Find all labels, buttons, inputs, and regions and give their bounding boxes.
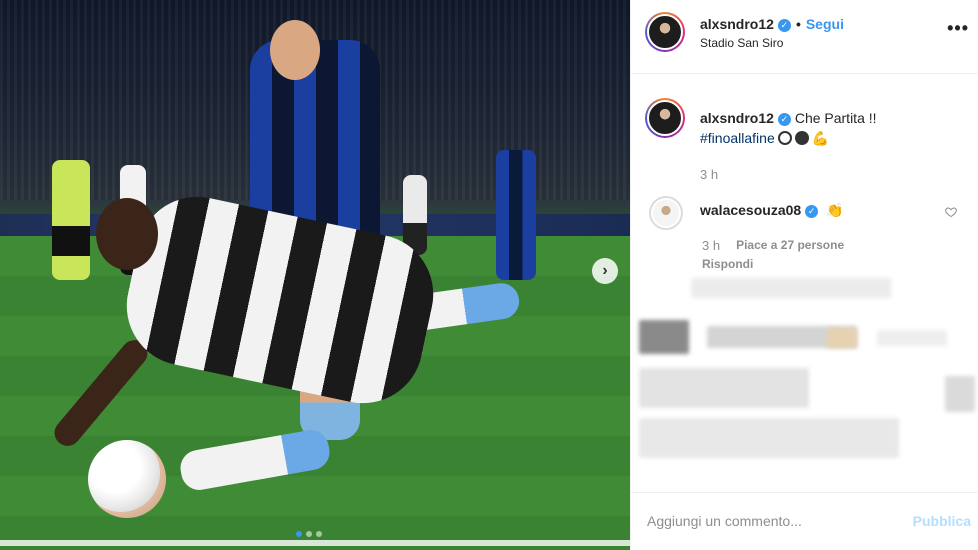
caption-body: Che Partita !! [794, 110, 877, 126]
carousel-dot [306, 531, 312, 537]
follow-button[interactable]: Segui [806, 16, 844, 32]
caption-text: alxsndro12 ✓ Che Partita !! #finoallafine… [700, 108, 960, 148]
blurred-block [639, 368, 809, 408]
publish-button[interactable]: Pubblica [913, 513, 971, 529]
comment-meta: 3 h Piace a 27 persone [702, 238, 844, 253]
referee-figure [52, 160, 90, 280]
hashtag-link[interactable]: #finoallafine [700, 130, 775, 146]
username-link[interactable]: alxsndro12 [700, 16, 774, 32]
comment-text: walacesouza08 ✓ 👏 [700, 202, 844, 219]
blurred-block [639, 320, 689, 354]
post-sidebar: alxsndro12 ✓ • Segui Stadio San Siro ••• al… [630, 0, 978, 550]
comment-input[interactable] [647, 513, 897, 529]
comment-likes[interactable]: Piace a 27 persone [736, 238, 844, 253]
background-player [403, 175, 427, 255]
avatar[interactable] [645, 12, 685, 52]
muscle-emoji-icon: 💪 [811, 130, 830, 146]
carousel-dot-active [296, 531, 302, 537]
verified-badge-icon: ✓ [777, 19, 791, 32]
player-head [96, 198, 158, 270]
clap-emoji-icon: 👏 [826, 202, 844, 218]
blurred-block [877, 330, 947, 346]
comment-composer: Pubblica [631, 492, 978, 550]
blurred-block [827, 328, 857, 348]
blurred-block [639, 418, 899, 458]
black-circle-emoji-icon [794, 131, 809, 145]
player-head [270, 20, 320, 80]
comment-username[interactable]: walacesouza08 [700, 202, 801, 218]
verified-badge-icon: ✓ [777, 113, 791, 126]
blurred-block [691, 278, 891, 298]
avatar[interactable] [649, 196, 683, 230]
blurred-block [945, 376, 975, 412]
separator-dot: • [795, 16, 801, 32]
background-player [496, 150, 536, 280]
caption-username[interactable]: alxsndro12 [700, 110, 774, 126]
more-options-icon[interactable]: ••• [947, 18, 969, 39]
verified-badge-icon: ✓ [805, 205, 819, 218]
location-link[interactable]: Stadio San Siro [700, 36, 783, 50]
blurred-comments [631, 272, 978, 482]
pitch-line [0, 540, 630, 546]
carousel-indicator [296, 531, 322, 537]
post-image[interactable]: › [0, 0, 630, 550]
chevron-right-icon[interactable]: › [592, 258, 618, 284]
header-user-line: alxsndro12 ✓ • Segui [700, 16, 844, 32]
heart-icon[interactable] [945, 206, 957, 218]
avatar[interactable] [645, 98, 685, 138]
comment-timestamp: 3 h [702, 238, 721, 253]
football [88, 440, 166, 518]
carousel-dot [316, 531, 322, 537]
white-circle-emoji-icon [777, 131, 792, 145]
caption-timestamp: 3 h [700, 167, 719, 182]
post-header: alxsndro12 ✓ • Segui Stadio San Siro ••• [631, 0, 978, 74]
reply-button[interactable]: Rispondi [702, 257, 753, 271]
